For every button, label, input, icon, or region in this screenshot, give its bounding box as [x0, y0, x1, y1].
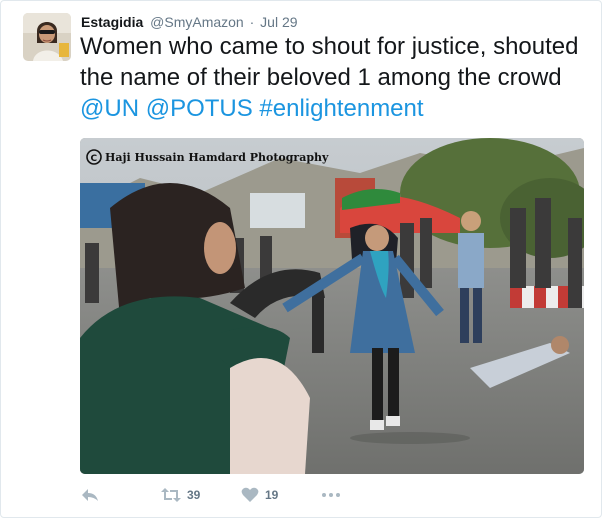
mention-un[interactable]: @UN	[80, 95, 139, 122]
protest-photo: C Haji Hussain Hamdard Photography	[80, 138, 584, 474]
like-count: 19	[265, 488, 279, 502]
tweet-photo[interactable]: C Haji Hussain Hamdard Photography	[80, 138, 584, 474]
tweet-text: Women who came to shout for justice, sho…	[80, 31, 585, 124]
reply-button[interactable]	[81, 487, 99, 503]
retweet-icon	[161, 488, 181, 502]
avatar[interactable]	[23, 13, 71, 61]
user-handle[interactable]: @SmyAmazon	[150, 14, 244, 30]
like-button[interactable]: 19	[241, 487, 278, 503]
retweet-button[interactable]: 39	[161, 487, 200, 503]
timestamp[interactable]: Jul 29	[260, 14, 297, 30]
hashtag-enlightenment[interactable]: #enlightenment	[259, 95, 423, 122]
retweet-count: 39	[187, 488, 201, 502]
more-icon	[322, 493, 340, 497]
photo-watermark: Haji Hussain Hamdard Photography	[105, 151, 329, 164]
tweet-header: Estagidia @SmyAmazon · Jul 29	[81, 14, 298, 30]
avatar-image	[23, 13, 71, 61]
svg-text:C: C	[91, 154, 98, 164]
more-button[interactable]	[321, 487, 341, 503]
mention-potus[interactable]: @POTUS	[146, 95, 253, 122]
display-name[interactable]: Estagidia	[81, 14, 143, 30]
heart-icon	[241, 487, 259, 502]
reply-icon	[82, 489, 98, 501]
tweet-body-text: Women who came to shout for justice, sho…	[80, 33, 579, 91]
separator-dot: ·	[249, 14, 255, 30]
tweet-card: Estagidia @SmyAmazon · Jul 29 Women who …	[0, 0, 602, 518]
